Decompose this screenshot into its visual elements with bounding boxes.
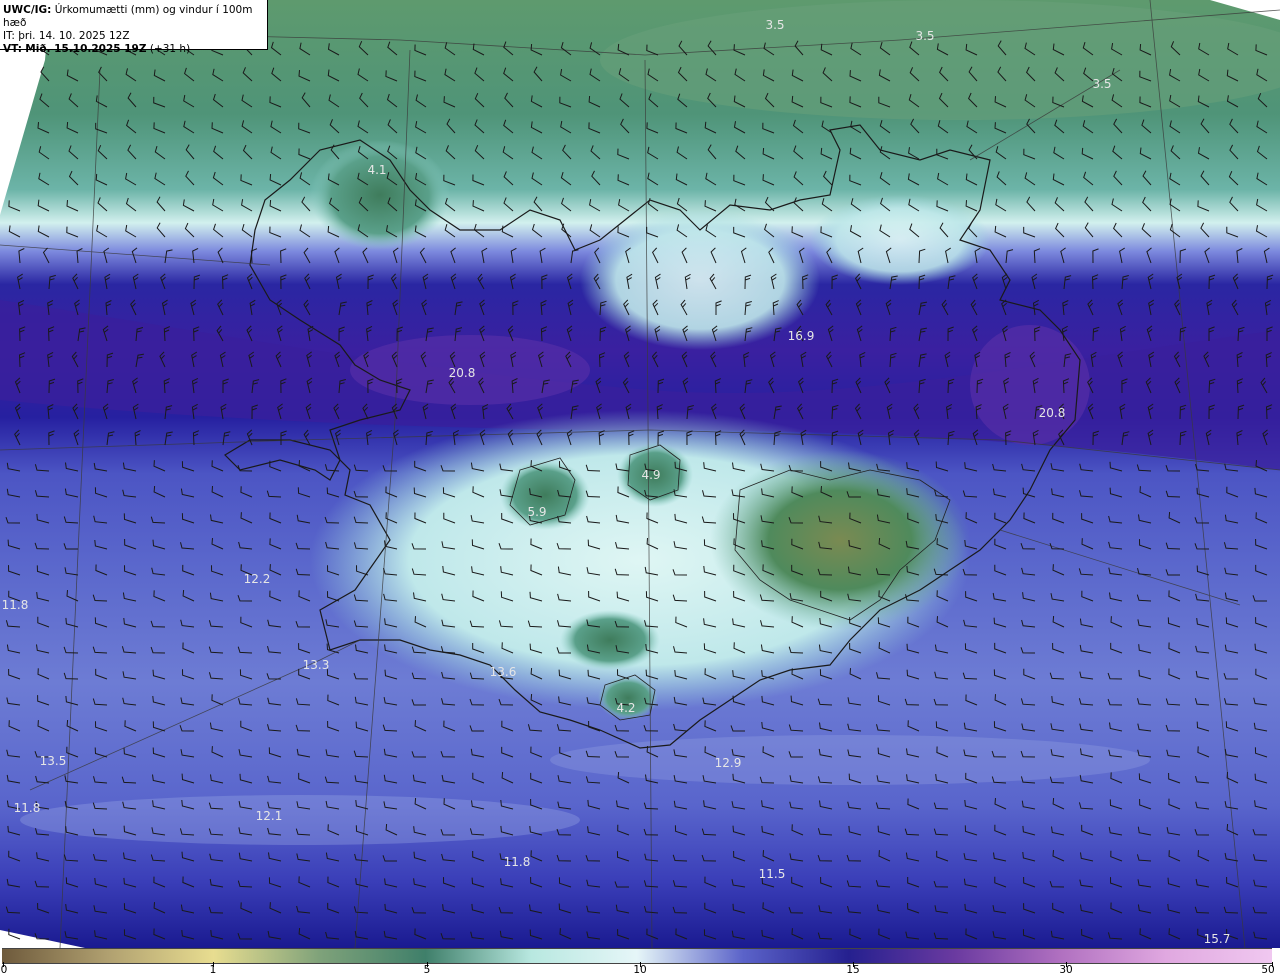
precip-value-label: 16.9 — [788, 329, 815, 343]
legend-tick-label: 50 — [1261, 964, 1275, 976]
ocean-streak-2 — [550, 735, 1150, 785]
precip-value-label: 12.2 — [244, 572, 271, 586]
title-line: UWC/IG: Úrkomumætti (mm) og vindur í 100… — [3, 4, 267, 30]
precip-value-label: 13.3 — [303, 658, 330, 672]
weather-map[interactable]: 3.5 3.5 3.5 4.1 16.9 20.8 20.8 4.9 5.9 12.2 11.8 13… — [0, 0, 1280, 948]
precip-value-label: 13.6 — [490, 665, 517, 679]
purple-max-east — [970, 325, 1090, 445]
precip-value-label: 3.5 — [1092, 77, 1111, 91]
legend-tick-label: 5 — [423, 964, 431, 976]
langjokull-teal — [500, 460, 590, 530]
precip-value-label: 11.5 — [759, 867, 786, 881]
model-label: UWC/IG: — [3, 4, 52, 16]
precip-value-label: 11.8 — [504, 855, 531, 869]
precip-value-label: 4.9 — [641, 468, 660, 482]
map-info-box: UWC/IG: Úrkomumætti (mm) og vindur í 100… — [0, 0, 268, 55]
precip-value-label: 15.7 — [1204, 932, 1231, 946]
init-time-value: þri. 14. 10. 2025 12Z — [18, 30, 130, 42]
precip-value-label: 20.8 — [449, 366, 476, 380]
legend-tick-label: 10 — [633, 964, 647, 976]
legend-tick-label: 0 — [0, 964, 8, 976]
valid-time-line: VT: Mið. 15.10.2025 19Z (+31 h) — [3, 43, 267, 56]
precip-value-label: 11.8 — [2, 598, 29, 612]
precip-value-label: 11.8 — [14, 801, 41, 815]
precip-value-label: 20.8 — [1039, 406, 1066, 420]
north-light-patch — [580, 210, 820, 350]
precip-value-label: 12.1 — [256, 809, 283, 823]
precip-value-label: 3.5 — [765, 18, 784, 32]
legend-tick-label: 30 — [1059, 964, 1073, 976]
ocean-streak-1 — [20, 795, 580, 845]
legend-tick-label: 15 — [846, 964, 860, 976]
init-time-line: IT: þri. 14. 10. 2025 12Z — [3, 30, 267, 43]
vatnajokull-green — [710, 450, 970, 630]
precip-value-label: 4.2 — [616, 701, 635, 715]
valid-time-value: Mið. 15.10.2025 19Z — [25, 43, 147, 55]
legend-tick-label: 1 — [209, 964, 217, 976]
precip-value-label: 4.1 — [367, 163, 386, 177]
precip-value-label: 12.9 — [715, 756, 742, 770]
color-scale-bar — [2, 948, 1272, 964]
init-time-label: IT: — [3, 30, 15, 42]
color-scale-legend: 0 1 5 10 15 30 50 — [0, 948, 1280, 978]
precip-value-label: 3.5 — [915, 29, 934, 43]
south-teal-patch — [560, 610, 660, 670]
lead-time: (+31 h) — [149, 43, 191, 55]
precip-value-label: 13.5 — [40, 754, 67, 768]
precip-value-label: 5.9 — [527, 505, 546, 519]
northeast-light-patch — [810, 195, 990, 285]
valid-time-label: VT: — [3, 43, 22, 55]
